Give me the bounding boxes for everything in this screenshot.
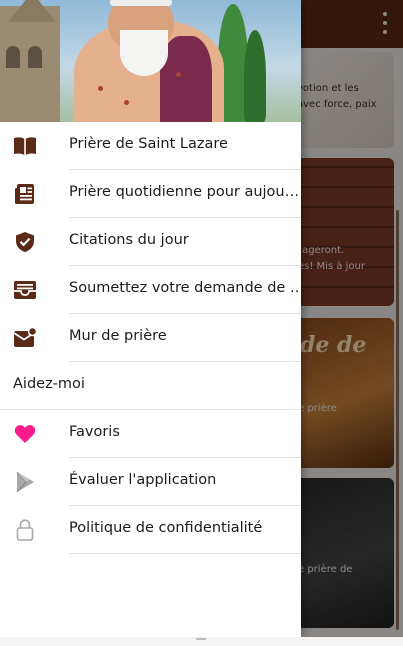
church-illustration [0, 0, 60, 122]
inbox-icon [13, 278, 37, 302]
newspaper-icon [13, 182, 37, 206]
menu-item-privacy-policy[interactable]: Politique de confidentialité [0, 506, 301, 554]
menu-item-label: Soumettez votre demande de … [69, 280, 305, 296]
sore-mark [176, 72, 181, 77]
menu-item-label: Prière de Saint Lazare [69, 136, 228, 152]
section-title: Aidez-moi [13, 376, 85, 392]
menu-item-quotes-of-the-day[interactable]: Citations du jour [0, 218, 301, 266]
menu-item-label: Favoris [69, 424, 120, 440]
sore-mark [124, 100, 129, 105]
open-book-icon [13, 134, 37, 158]
lock-icon [13, 518, 37, 542]
mail-badge-icon [13, 326, 37, 350]
drawer-header-image [0, 0, 301, 122]
menu-item-prayer-wall[interactable]: Mur de prière [0, 314, 301, 362]
shield-check-icon [13, 230, 37, 254]
menu-item-favorites[interactable]: Favoris [0, 410, 301, 458]
heart-icon [13, 422, 37, 446]
menu-item-daily-prayer[interactable]: Prière quotidienne pour aujou… [0, 170, 301, 218]
menu-item-label: Citations du jour [69, 232, 189, 248]
section-header-help: Aidez-moi [0, 362, 301, 410]
saint-beard-illustration [120, 30, 168, 76]
drawer-menu: Prière de Saint Lazare Prière quotidienn… [0, 122, 305, 554]
sore-mark [98, 86, 103, 91]
menu-item-label: Évaluer l'application [69, 472, 217, 488]
menu-item-submit-request[interactable]: Soumettez votre demande de … [0, 266, 305, 314]
system-navigation-bar [0, 637, 403, 646]
menu-item-label: Prière quotidienne pour aujou… [69, 184, 300, 200]
menu-item-label: Mur de prière [69, 328, 167, 344]
play-store-icon [13, 470, 37, 494]
saint-hair-illustration [110, 0, 172, 6]
navigation-drawer: Prière de Saint Lazare Prière quotidienn… [0, 0, 305, 637]
menu-item-label: Politique de confidentialité [69, 520, 263, 536]
cypress-tree-illustration [244, 30, 266, 122]
menu-item-saint-lazarus-prayer[interactable]: Prière de Saint Lazare [0, 122, 301, 170]
divider [69, 553, 301, 554]
home-indicator[interactable] [196, 638, 206, 640]
menu-item-rate-app[interactable]: Évaluer l'application [0, 458, 301, 506]
